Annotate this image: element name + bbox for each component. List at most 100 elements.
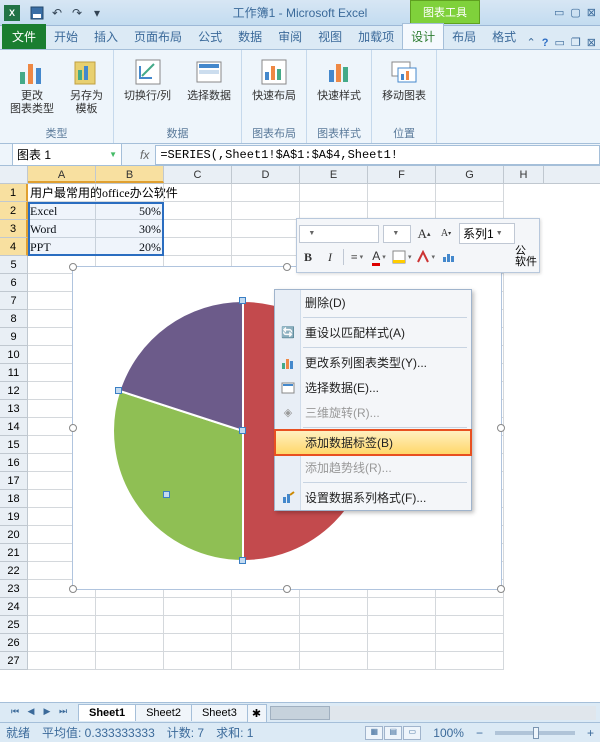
minimize-ribbon-icon[interactable]: ⌃ bbox=[527, 36, 536, 49]
quick-style-button[interactable]: 快速样式 bbox=[313, 54, 365, 123]
row-header[interactable]: 23 bbox=[0, 580, 28, 598]
save-icon[interactable] bbox=[28, 4, 46, 22]
doc-restore-icon[interactable]: ❐ bbox=[571, 36, 581, 49]
col-header-h[interactable]: H bbox=[504, 166, 544, 183]
maximize-button[interactable]: ▢ bbox=[570, 6, 580, 19]
cell-b1[interactable] bbox=[96, 184, 164, 202]
minimize-button[interactable]: ▭ bbox=[554, 6, 564, 19]
cell-b3[interactable]: 30% bbox=[96, 220, 164, 238]
cm-add-data-labels[interactable]: 添加数据标签(B) bbox=[274, 429, 472, 456]
chart-resize-handle[interactable] bbox=[69, 585, 77, 593]
row-header[interactable]: 4 bbox=[0, 238, 28, 256]
col-header-e[interactable]: E bbox=[300, 166, 368, 183]
font-size-dropdown[interactable]: ▼ bbox=[383, 225, 411, 243]
font-color-button[interactable]: A▾ bbox=[370, 248, 388, 266]
doc-close-icon[interactable]: ⊠ bbox=[587, 36, 596, 49]
sheet-nav-first[interactable]: ⏮ bbox=[8, 706, 22, 720]
tab-addins[interactable]: 加载项 bbox=[350, 24, 402, 49]
doc-minimize-icon[interactable]: ▭ bbox=[555, 36, 565, 49]
col-header-g[interactable]: G bbox=[436, 166, 504, 183]
font-family-dropdown[interactable]: ▼ bbox=[299, 225, 379, 243]
series-handle[interactable] bbox=[115, 387, 122, 394]
row-header[interactable]: 19 bbox=[0, 508, 28, 526]
series-handle[interactable] bbox=[163, 491, 170, 498]
change-chart-type-button[interactable]: 更改 图表类型 bbox=[6, 54, 58, 123]
cm-select-data[interactable]: 选择数据(E)... bbox=[275, 375, 471, 400]
row-header[interactable]: 27 bbox=[0, 652, 28, 670]
row-header[interactable]: 20 bbox=[0, 526, 28, 544]
row-header[interactable]: 9 bbox=[0, 328, 28, 346]
chart-resize-handle[interactable] bbox=[69, 263, 77, 271]
row-header[interactable]: 1 bbox=[0, 184, 28, 202]
page-layout-view-button[interactable]: ▤ bbox=[384, 726, 402, 740]
italic-button[interactable]: I bbox=[321, 248, 339, 266]
chart-resize-handle[interactable] bbox=[283, 263, 291, 271]
outline-color-button[interactable]: ▾ bbox=[416, 248, 436, 266]
row-header[interactable]: 10 bbox=[0, 346, 28, 364]
zoom-level[interactable]: 100% bbox=[433, 726, 464, 740]
sheet-nav-next[interactable]: ▶ bbox=[40, 706, 54, 720]
row-header[interactable]: 25 bbox=[0, 616, 28, 634]
select-all-corner[interactable] bbox=[0, 166, 28, 183]
tab-formulas[interactable]: 公式 bbox=[190, 24, 230, 49]
tab-insert[interactable]: 插入 bbox=[86, 24, 126, 49]
row-header[interactable]: 2 bbox=[0, 202, 28, 220]
sheet-tab-2[interactable]: Sheet2 bbox=[135, 704, 192, 721]
row-header[interactable]: 11 bbox=[0, 364, 28, 382]
tab-view[interactable]: 视图 bbox=[310, 24, 350, 49]
series-handle[interactable] bbox=[239, 557, 246, 564]
qat-dropdown-icon[interactable]: ▾ bbox=[88, 4, 106, 22]
tab-design[interactable]: 设计 bbox=[402, 23, 444, 49]
hscroll-thumb[interactable] bbox=[270, 706, 330, 720]
row-header[interactable]: 13 bbox=[0, 400, 28, 418]
cm-format-data-series[interactable]: 设置数据系列格式(F)... bbox=[275, 485, 471, 510]
chart-resize-handle[interactable] bbox=[497, 585, 505, 593]
move-chart-button[interactable]: 移动图表 bbox=[378, 54, 430, 123]
normal-view-button[interactable]: ▦ bbox=[365, 726, 383, 740]
row-header[interactable]: 6 bbox=[0, 274, 28, 292]
name-box-dropdown-icon[interactable]: ▼ bbox=[109, 150, 117, 159]
col-header-f[interactable]: F bbox=[368, 166, 436, 183]
chart-resize-handle[interactable] bbox=[497, 424, 505, 432]
decrease-font-icon[interactable]: A▾ bbox=[437, 225, 455, 243]
bold-button[interactable]: B bbox=[299, 248, 317, 266]
cell-b2[interactable]: 50% bbox=[96, 202, 164, 220]
formula-input[interactable]: =SERIES(,Sheet1!$A$1:$A$4,Sheet1! bbox=[155, 145, 600, 165]
page-break-view-button[interactable]: ▭ bbox=[403, 726, 421, 740]
sheet-nav-prev[interactable]: ◀ bbox=[24, 706, 38, 720]
col-header-a[interactable]: A bbox=[28, 166, 96, 183]
sheet-tab-3[interactable]: Sheet3 bbox=[191, 704, 248, 721]
save-as-template-button[interactable]: 另存为 模板 bbox=[66, 54, 107, 123]
worksheet-grid[interactable]: A B C D E F G H 1用户最常用的office办公软件 2Excel… bbox=[0, 166, 600, 702]
cm-reset-match-style[interactable]: 🔄重设以匹配样式(A) bbox=[275, 320, 471, 345]
sheet-tab-new[interactable]: ✱ bbox=[247, 704, 267, 722]
tab-page-layout[interactable]: 页面布局 bbox=[126, 24, 190, 49]
chart-resize-handle[interactable] bbox=[69, 424, 77, 432]
row-header[interactable]: 12 bbox=[0, 382, 28, 400]
select-data-button[interactable]: 选择数据 bbox=[183, 54, 235, 123]
row-header[interactable]: 21 bbox=[0, 544, 28, 562]
tab-file[interactable]: 文件 bbox=[2, 24, 46, 49]
zoom-in-button[interactable]: + bbox=[587, 726, 594, 740]
row-header[interactable]: 3 bbox=[0, 220, 28, 238]
row-header[interactable]: 24 bbox=[0, 598, 28, 616]
close-button[interactable]: ⊠ bbox=[587, 6, 596, 19]
redo-icon[interactable]: ↷ bbox=[68, 4, 86, 22]
row-header[interactable]: 18 bbox=[0, 490, 28, 508]
series-handle[interactable] bbox=[239, 427, 246, 434]
zoom-slider-thumb[interactable] bbox=[533, 727, 539, 739]
quick-layout-button[interactable]: 快速布局 bbox=[248, 54, 300, 123]
tab-home[interactable]: 开始 bbox=[46, 24, 86, 49]
row-header[interactable]: 22 bbox=[0, 562, 28, 580]
row-header[interactable]: 16 bbox=[0, 454, 28, 472]
undo-icon[interactable]: ↶ bbox=[48, 4, 66, 22]
cell-b4[interactable]: 20% bbox=[96, 238, 164, 256]
series-selector-dropdown[interactable]: 系列1▼ bbox=[459, 223, 515, 244]
cell-a3[interactable]: Word bbox=[28, 220, 96, 238]
horizontal-scrollbar[interactable] bbox=[270, 706, 596, 720]
tab-review[interactable]: 审阅 bbox=[270, 24, 310, 49]
cell-a4[interactable]: PPT bbox=[28, 238, 96, 256]
row-header[interactable]: 7 bbox=[0, 292, 28, 310]
tab-data[interactable]: 数据 bbox=[230, 24, 270, 49]
cell-a2[interactable]: Excel bbox=[28, 202, 96, 220]
